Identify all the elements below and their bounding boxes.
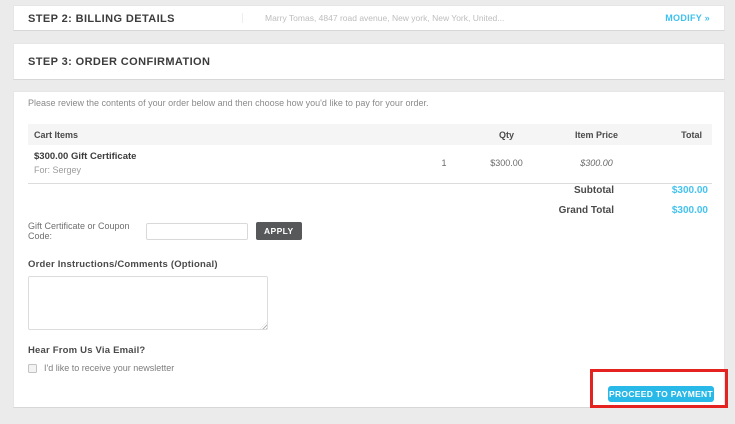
newsletter-heading: Hear From Us Via Email? bbox=[28, 345, 145, 356]
step2-title: STEP 2: BILLING DETAILS bbox=[28, 13, 175, 25]
modify-billing-link[interactable]: MODIFY » bbox=[665, 13, 710, 23]
newsletter-optin-row: I'd like to receive your newsletter bbox=[28, 363, 174, 373]
subtotal-label: Subtotal bbox=[574, 185, 614, 196]
column-header-total: Total bbox=[644, 130, 706, 140]
coupon-section: Gift Certificate or Coupon Code: APPLY bbox=[28, 221, 302, 241]
newsletter-checkbox-label: I'd like to receive your newsletter bbox=[44, 363, 174, 373]
cart-item-price: $300.00 bbox=[464, 158, 549, 168]
column-header-item-price: Item Price bbox=[549, 130, 644, 140]
proceed-to-payment-button[interactable]: PROCEED TO PAYMENT bbox=[608, 386, 714, 402]
step3-title: STEP 3: ORDER CONFIRMATION bbox=[28, 56, 210, 68]
column-header-qty: Qty bbox=[464, 130, 549, 140]
newsletter-checkbox[interactable] bbox=[28, 364, 37, 373]
column-header-cart-items: Cart Items bbox=[34, 130, 424, 140]
cart-item-row: $300.00 Gift Certificate For: Sergey 1 $… bbox=[28, 145, 712, 184]
cart-item-recipient: For: Sergey bbox=[34, 165, 424, 175]
billing-address-summary: Marry Tomas, 4847 road avenue, New york,… bbox=[242, 13, 665, 23]
coupon-code-label: Gift Certificate or Coupon Code: bbox=[28, 221, 144, 241]
order-totals: Subtotal $300.00 Grand Total $300.00 bbox=[28, 180, 712, 220]
subtotal-row: Subtotal $300.00 bbox=[28, 180, 712, 200]
order-comments-textarea[interactable] bbox=[28, 276, 268, 330]
order-confirmation-panel: Please review the contents of your order… bbox=[13, 91, 725, 408]
grand-total-row: Grand Total $300.00 bbox=[28, 200, 712, 220]
grand-total-label: Grand Total bbox=[559, 205, 614, 216]
apply-coupon-button[interactable]: APPLY bbox=[256, 222, 302, 240]
cart-table-header-row: Cart Items Qty Item Price Total bbox=[28, 124, 712, 145]
cart-item-qty: 1 bbox=[424, 158, 464, 168]
order-confirmation-header-panel: STEP 3: ORDER CONFIRMATION bbox=[13, 43, 725, 80]
grand-total-value: $300.00 bbox=[614, 205, 712, 216]
subtotal-value: $300.00 bbox=[614, 185, 712, 196]
order-comments-label: Order Instructions/Comments (Optional) bbox=[28, 259, 218, 270]
cart-item-unit-price: $300.00 bbox=[549, 158, 644, 168]
cart-item-name: $300.00 Gift Certificate bbox=[34, 151, 424, 162]
coupon-code-input[interactable] bbox=[146, 223, 248, 240]
cart-items-table: Cart Items Qty Item Price Total $300.00 … bbox=[28, 124, 712, 184]
billing-details-panel: STEP 2: BILLING DETAILS Marry Tomas, 484… bbox=[13, 5, 725, 31]
order-review-intro: Please review the contents of your order… bbox=[28, 98, 428, 108]
